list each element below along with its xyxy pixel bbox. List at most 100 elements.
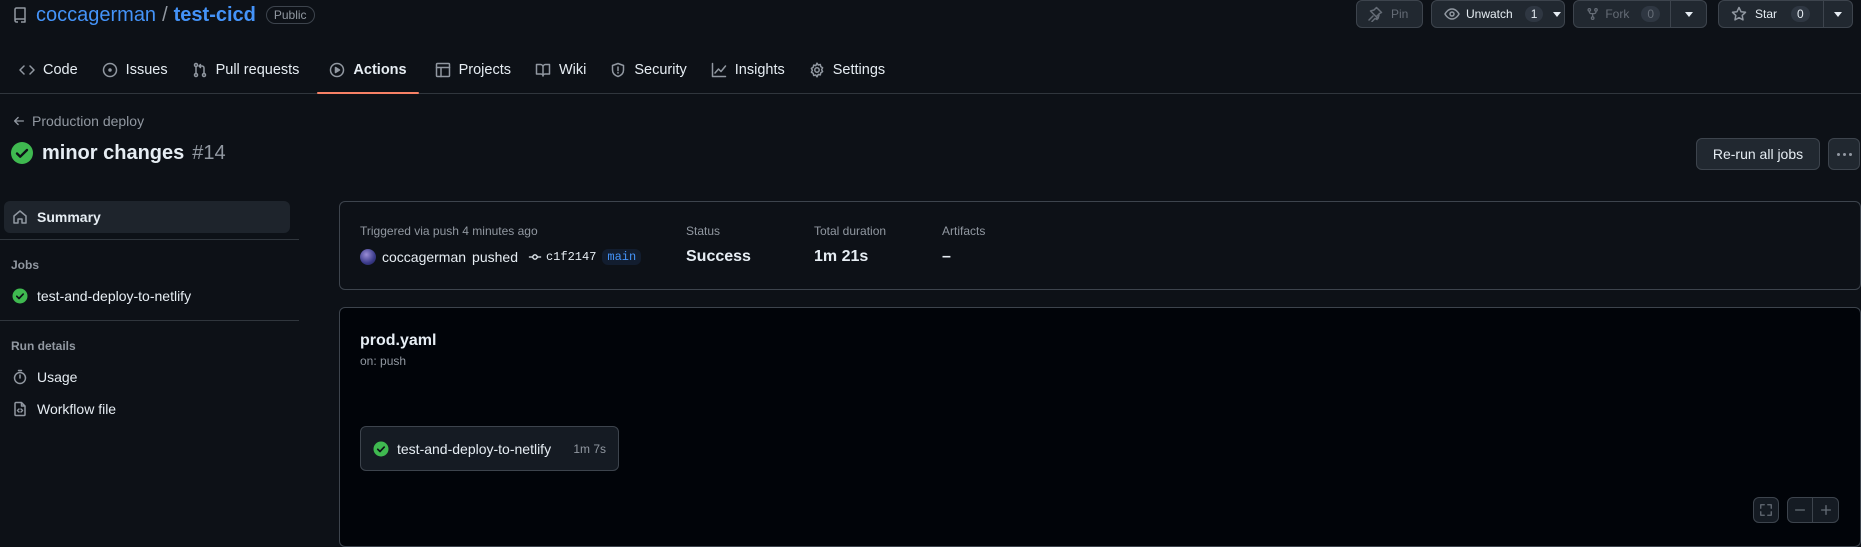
tab-settings[interactable]: Settings [797,54,897,86]
tab-security[interactable]: Security [598,54,698,86]
sidebar-divider [0,320,299,321]
tab-insights[interactable]: Insights [699,54,797,86]
star-count: 0 [1791,6,1810,22]
actor-link[interactable]: coccagerman [382,249,466,265]
sidebar-item-label: Workflow file [37,401,117,417]
pin-icon [1368,6,1383,22]
pin-label: Pin [1391,7,1409,21]
tab-label: Insights [734,62,785,78]
tab-actions[interactable]: Actions [317,54,419,94]
run-title: minor changes #14 [10,141,226,165]
commit-sha: c1f2147 [545,250,597,264]
tab-projects[interactable]: Projects [423,54,523,86]
star-label: Star [1755,7,1778,21]
back-to-workflow-link[interactable]: Production deploy [12,113,144,129]
stopwatch-icon [13,369,27,385]
chevron-down-icon [1551,11,1562,17]
commit-icon [528,254,542,260]
visibility-badge: Public [265,6,315,24]
star-icon [1731,6,1747,21]
tab-label: Actions [353,62,407,78]
eye-icon [1444,8,1460,20]
workflow-file-name: prod.yaml [360,332,437,349]
code-icon [19,65,35,75]
zoom-out-button[interactable] [1788,498,1814,522]
repo-title: coccagerman / test-cicd Public [12,2,315,28]
fork-dropdown-button[interactable] [1671,11,1706,17]
fullscreen-button[interactable] [1753,497,1779,523]
tab-issues[interactable]: Issues [90,54,180,86]
artifacts-label: Artifacts [942,224,986,238]
artifacts-value: – [942,248,951,265]
fork-icon [1587,7,1598,21]
fork-count: 0 [1641,6,1660,22]
jobs-heading: Jobs [11,258,40,272]
sidebar-item-job[interactable]: test-and-deploy-to-netlify [4,280,290,312]
tab-label: Wiki [558,62,587,78]
plus-icon [1820,504,1831,516]
fork-button[interactable]: Fork 0 [1573,0,1707,28]
pull-request-icon [193,62,206,78]
repo-header: coccagerman / test-cicd Public Pin Unwat… [0,0,1861,94]
duration-label: Total duration [814,224,887,238]
tab-wiki[interactable]: Wiki [523,54,598,86]
gear-icon [810,62,824,78]
star-button[interactable]: Star 0 [1718,0,1853,28]
arrow-left-icon [13,116,25,126]
avatar[interactable] [360,249,376,265]
run-details-heading: Run details [11,339,76,353]
trigger-text: Triggered via push 4 minutes ago [360,224,538,238]
check-circle-fill-icon [12,288,28,304]
tab-label: Pull requests [215,62,300,78]
sidebar-item-usage[interactable]: Usage [4,361,290,393]
zoom-controls [1787,497,1839,523]
status-value: Success [686,248,751,265]
graph-icon [711,62,727,78]
repo-name-link[interactable]: test-cicd [174,4,256,27]
home-icon [13,210,27,224]
tab-label: Projects [458,62,511,78]
star-dropdown-button[interactable] [1824,11,1852,17]
sidebar-item-label: Usage [37,369,78,385]
more-options-button[interactable] [1828,138,1860,170]
run-name: minor changes [42,141,185,164]
sidebar-item-workflow-file[interactable]: Workflow file [4,393,290,425]
job-node[interactable]: test-and-deploy-to-netlify 1m 7s [360,426,619,471]
tab-pull-requests[interactable]: Pull requests [180,54,312,86]
zoom-in-button[interactable] [1813,498,1838,522]
fork-label: Fork [1605,7,1630,21]
rerun-label: Re-run all jobs [1712,146,1804,162]
workflow-trigger: on: push [360,354,407,368]
pin-button[interactable]: Pin [1356,0,1423,28]
chevron-down-icon [1684,11,1693,17]
file-code-icon [14,401,26,417]
sidebar-item-label: test-and-deploy-to-netlify [37,288,192,304]
back-label: Production deploy [32,113,145,129]
sidebar-item-summary[interactable]: Summary [4,201,290,233]
branch-badge[interactable]: main [602,249,642,265]
status-label: Status [686,224,721,238]
watch-count: 1 [1524,6,1544,22]
tab-code[interactable]: Code [7,54,90,86]
sidebar-divider [0,239,299,240]
trigger-details: coccagerman pushed c1f2147 main [360,249,642,265]
table-icon [435,62,450,78]
shield-icon [612,62,625,78]
book-icon [535,63,551,77]
sidebar-item-label: Summary [37,209,101,225]
kebab-icon [1836,152,1840,156]
unwatch-label: Unwatch [1466,7,1513,21]
fullscreen-icon [1760,504,1772,516]
check-circle-fill-icon [11,142,33,164]
repo-owner-link[interactable]: coccagerman [36,4,156,27]
commit-link[interactable]: c1f2147 [528,250,596,264]
rerun-all-jobs-button[interactable]: Re-run all jobs [1696,138,1820,170]
unwatch-button[interactable]: Unwatch 1 [1431,0,1565,28]
run-number: #14 [192,141,226,164]
check-circle-fill-icon [373,441,389,456]
repo-icon [14,7,26,23]
duration-value: 1m 21s [814,248,869,265]
tab-label: Settings [832,62,886,78]
repo-separator: / [162,3,168,26]
tab-label: Security [634,62,687,78]
